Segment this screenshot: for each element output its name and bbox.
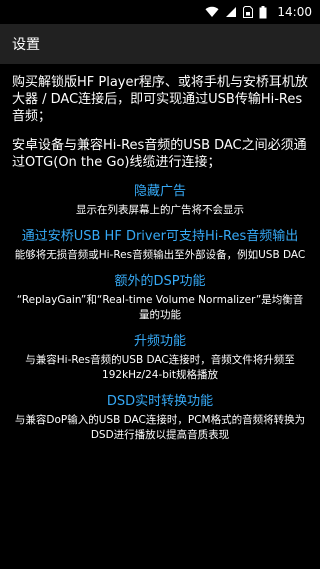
feature-upsampling: 升频功能 与兼容Hi-Res音频的USB DAC连接时，音频文件将升频至192k…: [12, 333, 308, 383]
feature-desc: 能够将无损音频或Hi-Res音频输出至外部设备，例如USB DAC: [14, 249, 306, 261]
battery-icon: [259, 5, 267, 19]
settings-screen: 14:00 设置 购买解锁版HF Player程序、或将手机与安桥耳机放大器 /…: [0, 0, 320, 569]
feature-desc: 显示在列表屏幕上的广告将不会显示: [76, 204, 244, 216]
feature-dsd-conversion: DSD实时转换功能 与兼容DoP输入的USB DAC连接时，PCM格式的音频将转…: [12, 393, 308, 443]
feature-hires-output: 通过安桥USB HF Driver可支持Hi-Res音频输出 能够将无损音频或H…: [12, 228, 308, 263]
app-bar: 设置: [0, 24, 320, 64]
feature-title: 升频功能: [133, 334, 186, 349]
feature-title: 隐藏广告: [133, 184, 186, 199]
feature-hide-ads: 隐藏广告 显示在列表屏幕上的广告将不会显示: [12, 183, 308, 218]
signal-icon: [225, 6, 237, 18]
feature-title: DSD实时转换功能: [106, 394, 214, 409]
sim-icon: [243, 6, 254, 18]
feature-title: 通过安桥USB HF Driver可支持Hi-Res音频输出: [21, 229, 299, 244]
feature-extra-dsp: 额外的DSP功能 “ReplayGain”和“Real-time Volume …: [12, 273, 308, 323]
wifi-icon: [205, 6, 219, 18]
feature-desc: 与兼容DoP输入的USB DAC连接时，PCM格式的音频将转换为DSD进行播放以…: [14, 414, 306, 441]
settings-content[interactable]: 购买解锁版HF Player程序、或将手机与安桥耳机放大器 / DAC连接后，即…: [0, 64, 320, 443]
status-time: 14:00: [277, 5, 312, 19]
intro-text-otg: 安卓设备与兼容Hi-Res音频的USB DAC之间必须通过OTG(On the …: [12, 138, 307, 170]
page-title: 设置: [12, 37, 40, 53]
feature-title: 额外的DSP功能: [114, 274, 206, 289]
feature-desc: 与兼容Hi-Res音频的USB DAC连接时，音频文件将升频至192kHz/24…: [25, 354, 295, 381]
intro-text-purchase: 购买解锁版HF Player程序、或将手机与安桥耳机放大器 / DAC连接后，即…: [12, 75, 308, 124]
feature-desc: “ReplayGain”和“Real-time Volume Normalize…: [16, 294, 304, 321]
status-bar: 14:00: [0, 0, 320, 24]
